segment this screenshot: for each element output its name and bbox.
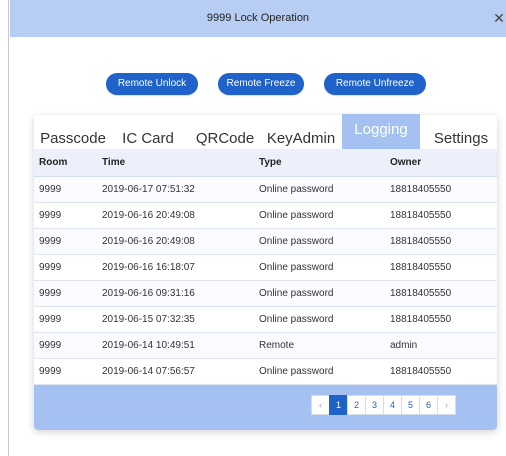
cell-owner: 18818405550: [385, 306, 497, 333]
table-row[interactable]: 9999 2019-06-16 20:49:08 Online password…: [34, 228, 497, 255]
column-header-room[interactable]: Room: [34, 149, 97, 177]
cell-type: Online password: [254, 306, 385, 333]
cell-room: 9999: [34, 358, 97, 385]
window-title: 9999 Lock Operation: [206, 12, 310, 24]
cell-owner: 18818405550: [385, 228, 497, 255]
remote-unlock-button[interactable]: Remote Unlock: [106, 73, 198, 95]
page-button-4[interactable]: 4: [383, 395, 402, 415]
cell-type: Online password: [254, 202, 385, 229]
next-page-button[interactable]: ›: [437, 395, 456, 415]
cell-owner: 18818405550: [385, 280, 497, 307]
cell-owner: admin: [385, 332, 497, 359]
cell-time: 2019-06-16 20:49:08: [97, 202, 254, 229]
cell-time: 2019-06-15 07:32:35: [97, 306, 254, 333]
column-header-type[interactable]: Type: [254, 149, 385, 177]
table-row[interactable]: 9999 2019-06-16 20:49:08 Online password…: [34, 202, 497, 229]
window-left-border: [0, 0, 9, 456]
table-row[interactable]: 9999 2019-06-14 07:56:57 Online password…: [34, 358, 497, 385]
cell-owner: 18818405550: [385, 202, 497, 229]
cell-type: Online password: [254, 176, 385, 203]
cell-room: 9999: [34, 332, 97, 359]
table-row[interactable]: 9999 2019-06-15 07:32:35 Online password…: [34, 306, 497, 333]
tab-ic-card[interactable]: IC Card: [117, 128, 179, 150]
cell-owner: 18818405550: [385, 358, 497, 385]
cell-time: 2019-06-16 20:49:08: [97, 228, 254, 255]
cell-owner: 18818405550: [385, 176, 497, 203]
page-button-5[interactable]: 5: [401, 395, 420, 415]
cell-time: 2019-06-16 16:18:07: [97, 254, 254, 281]
cell-type: Online password: [254, 280, 385, 307]
table-row[interactable]: 9999 2019-06-14 10:49:51 Remote admin: [34, 332, 497, 359]
cell-room: 9999: [34, 228, 97, 255]
cell-owner: 18818405550: [385, 254, 497, 281]
page-button-6[interactable]: 6: [419, 395, 438, 415]
page-button-1[interactable]: 1: [329, 395, 348, 415]
pagination: ‹ 1 2 3 4 5 6 ›: [311, 395, 456, 415]
table-row[interactable]: 9999 2019-06-17 07:51:32 Online password…: [34, 176, 497, 203]
page-button-2[interactable]: 2: [347, 395, 366, 415]
close-icon[interactable]: ✕: [492, 10, 506, 26]
table-row[interactable]: 9999 2019-06-16 16:18:07 Online password…: [34, 254, 497, 281]
cell-time: 2019-06-16 09:31:16: [97, 280, 254, 307]
cell-room: 9999: [34, 254, 97, 281]
table-header-row: Room Time Type Owner: [34, 149, 497, 177]
cell-room: 9999: [34, 306, 97, 333]
cell-room: 9999: [34, 202, 97, 229]
table-row[interactable]: 9999 2019-06-16 09:31:16 Online password…: [34, 280, 497, 307]
tab-settings[interactable]: Settings: [426, 128, 496, 150]
column-header-owner[interactable]: Owner: [385, 149, 497, 177]
logging-table-container: Room Time Type Owner 9999 2019-06-17 07:…: [34, 149, 497, 385]
page-button-3[interactable]: 3: [365, 395, 384, 415]
cell-type: Remote: [254, 332, 385, 359]
cell-room: 9999: [34, 280, 97, 307]
column-header-time[interactable]: Time: [97, 149, 254, 177]
title-bar: 9999 Lock Operation ✕: [10, 0, 506, 37]
cell-time: 2019-06-14 07:56:57: [97, 358, 254, 385]
pagination-bar: ‹ 1 2 3 4 5 6 ›: [34, 385, 497, 430]
cell-room: 9999: [34, 176, 97, 203]
cell-time: 2019-06-14 10:49:51: [97, 332, 254, 359]
prev-page-button[interactable]: ‹: [311, 395, 330, 415]
cell-type: Online password: [254, 358, 385, 385]
tab-keyadmin[interactable]: KeyAdmin: [262, 128, 340, 150]
cell-type: Online password: [254, 228, 385, 255]
remote-unfreeze-button[interactable]: Remote Unfreeze: [324, 73, 426, 95]
cell-time: 2019-06-17 07:51:32: [97, 176, 254, 203]
logging-table: Room Time Type Owner 9999 2019-06-17 07:…: [34, 149, 497, 385]
tab-qrcode[interactable]: QRCode: [192, 128, 258, 150]
tab-passcode[interactable]: Passcode: [36, 128, 110, 150]
tab-logging[interactable]: Logging: [342, 114, 420, 149]
remote-freeze-button[interactable]: Remote Freeze: [218, 73, 304, 95]
cell-type: Online password: [254, 254, 385, 281]
